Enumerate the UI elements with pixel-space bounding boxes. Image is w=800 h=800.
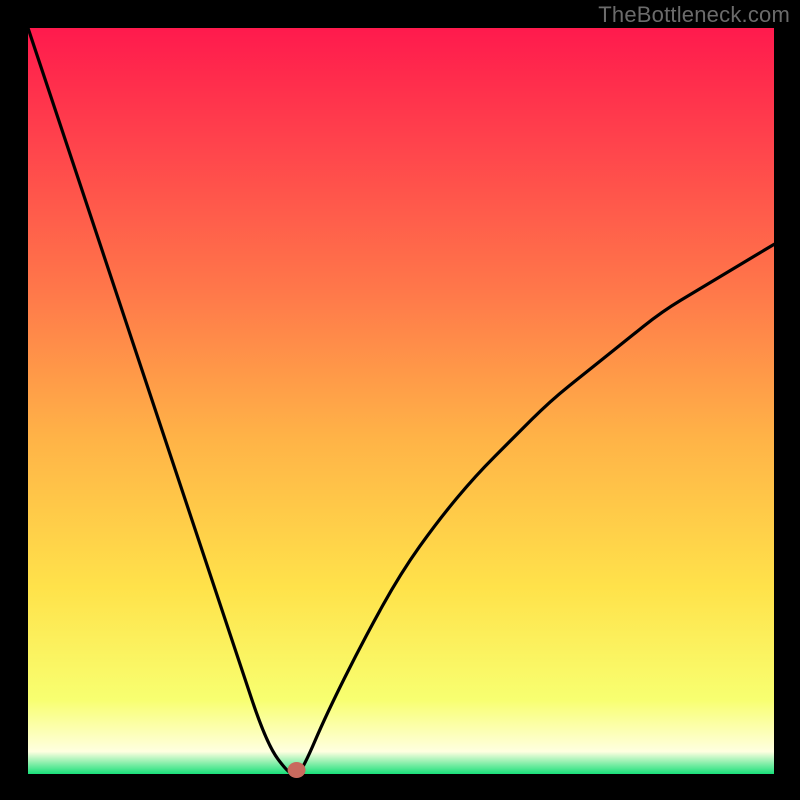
chart-viewport: TheBottleneck.com [0,0,800,800]
watermark-text: TheBottleneck.com [598,2,790,28]
bottleneck-chart [0,0,800,800]
minimum-marker [288,762,306,778]
chart-background-gradient [28,28,774,774]
